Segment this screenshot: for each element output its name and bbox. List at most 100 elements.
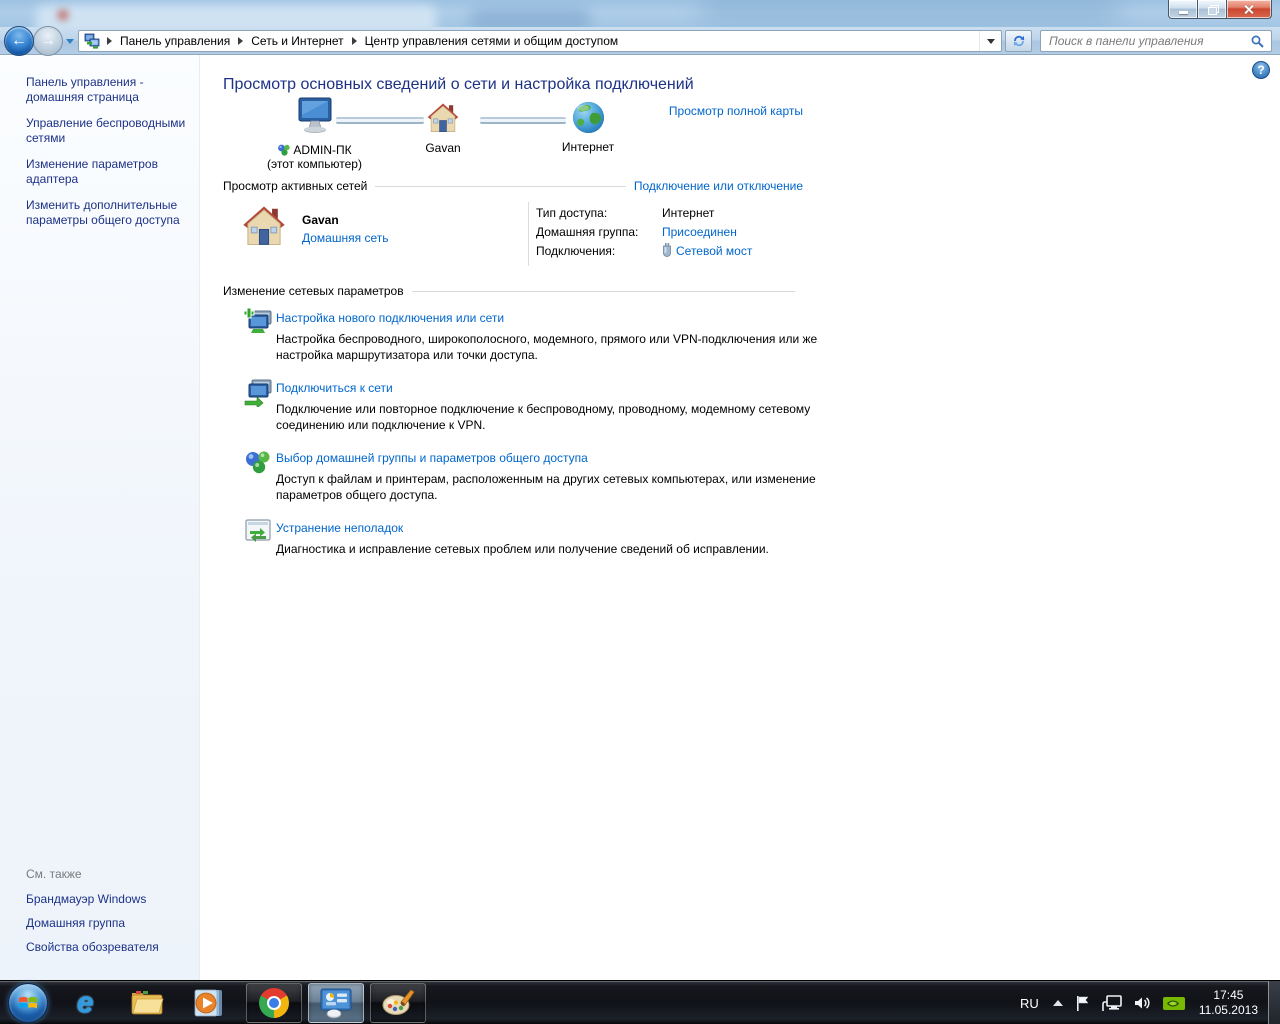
address-bar[interactable]: Панель управления Сеть и Интернет Центр … xyxy=(78,30,1002,52)
background-window-blur xyxy=(36,5,436,27)
refresh-icon xyxy=(1013,35,1024,47)
maximize-button[interactable] xyxy=(1198,0,1227,19)
sidebar-item-adapter-settings[interactable]: Изменение параметров адаптера xyxy=(26,157,189,187)
network-tray-icon[interactable] xyxy=(1096,994,1128,1012)
see-also-heading: См. также xyxy=(26,867,82,881)
windows-logo-icon xyxy=(19,996,37,1009)
address-dropdown-button[interactable] xyxy=(979,31,1001,51)
minimize-button[interactable] xyxy=(1168,0,1198,19)
sidebar-item-windows-firewall[interactable]: Брандмауэр Windows xyxy=(26,892,189,907)
language-indicator[interactable]: RU xyxy=(1012,992,1047,1015)
breadcrumb-arrow-icon[interactable] xyxy=(107,37,112,45)
back-arrow-icon: ← xyxy=(11,32,27,49)
flag-icon xyxy=(1076,995,1089,1011)
task-link-connect[interactable]: Подключиться к сети xyxy=(276,381,393,395)
breadcrumb-network-internet[interactable]: Сеть и Интернет xyxy=(245,31,349,51)
action-center-tray-icon[interactable] xyxy=(1069,995,1096,1012)
sidebar-item-manage-wireless[interactable]: Управление беспроводными сетями xyxy=(26,116,189,146)
network-bridge-link[interactable]: Сетевой мост xyxy=(676,244,752,258)
forward-button[interactable]: → xyxy=(33,26,63,56)
task-connect-to-network: Подключиться к сети Подключение или повт… xyxy=(243,377,843,439)
sidebar-item-control-panel-home[interactable]: Панель управления - домашняя страница xyxy=(26,75,189,105)
task-link-homegroup[interactable]: Выбор домашней группы и параметров общег… xyxy=(276,451,588,465)
show-hidden-icons-button[interactable] xyxy=(1047,1000,1069,1006)
homegroup-joined-link[interactable]: Присоединен xyxy=(662,225,737,239)
close-icon xyxy=(1244,4,1254,14)
separator-line xyxy=(375,185,626,187)
taskbar-item-paint[interactable] xyxy=(370,983,426,1023)
background-window-blur xyxy=(470,8,590,27)
view-full-map-link[interactable]: Просмотр полной карты xyxy=(669,104,803,118)
task-description: Настройка беспроводного, широкополосного… xyxy=(276,332,818,362)
active-network-details: Тип доступа: Интернет Домашняя группа: П… xyxy=(536,203,752,260)
background-window-blur xyxy=(58,10,68,20)
nvidia-tray-icon[interactable] xyxy=(1157,996,1191,1011)
network-bridge-icon xyxy=(663,243,671,257)
breadcrumb-network-sharing-center[interactable]: Центр управления сетями и общим доступом xyxy=(359,31,625,51)
taskbar-item-control-panel[interactable] xyxy=(308,983,364,1023)
taskbar-item-chrome[interactable] xyxy=(246,983,302,1023)
sidebar-item-advanced-sharing[interactable]: Изменить дополнительные параметры общего… xyxy=(26,198,189,228)
internet-explorer-icon: e xyxy=(76,986,94,1019)
sidebar-tasks: Панель управления - домашняя страница Уп… xyxy=(0,55,199,228)
connect-disconnect-link[interactable]: Подключение или отключение xyxy=(634,179,803,193)
active-networks-heading: Просмотр активных сетей xyxy=(223,179,368,193)
map-node-label: Gavan xyxy=(425,141,461,155)
breadcrumb-arrow-icon[interactable] xyxy=(238,37,244,45)
taskbar: e RU 17:45 11.05.2013 xyxy=(0,980,1280,1024)
window-titlebar xyxy=(0,0,1280,27)
map-node-computer[interactable]: ADMIN-ПК (этот компьютер) xyxy=(252,97,377,171)
tray-clock[interactable]: 17:45 11.05.2013 xyxy=(1191,988,1268,1018)
volume-tray-icon[interactable] xyxy=(1128,995,1157,1011)
task-link-new-connection[interactable]: Настройка нового подключения или сети xyxy=(276,311,504,325)
chevron-up-icon xyxy=(1052,1000,1063,1006)
start-button[interactable] xyxy=(8,983,48,1023)
network-status-icon xyxy=(1102,994,1122,1011)
detail-label: Домашняя группа: xyxy=(536,224,639,239)
separator-line xyxy=(411,290,795,292)
troubleshoot-icon xyxy=(245,519,271,542)
breadcrumb-arrow-icon[interactable] xyxy=(351,37,357,45)
active-network-icon[interactable] xyxy=(241,203,287,252)
map-node-label: ADMIN-ПК xyxy=(293,143,352,157)
close-button[interactable] xyxy=(1227,0,1272,19)
map-node-internet[interactable]: Интернет xyxy=(548,101,628,154)
sidebar-item-internet-options[interactable]: Свойства обозревателя xyxy=(26,940,189,955)
active-network-name: Gavan xyxy=(302,213,339,227)
show-desktop-button[interactable] xyxy=(1268,981,1280,1024)
main-content: ? Просмотр основных сведений о сети и на… xyxy=(200,55,1280,980)
task-link-troubleshoot[interactable]: Устранение неполадок xyxy=(276,521,403,535)
network-center-icon xyxy=(84,33,100,49)
page-title: Просмотр основных сведений о сети и наст… xyxy=(223,76,694,93)
taskbar-item-media-player[interactable] xyxy=(186,983,232,1023)
taskbar-item-internet-explorer[interactable]: e xyxy=(62,983,108,1023)
recent-pages-dropdown[interactable] xyxy=(66,39,74,44)
detail-label: Тип доступа: xyxy=(536,205,608,220)
map-node-sublabel: (этот компьютер) xyxy=(267,157,362,171)
network-location-link[interactable]: Домашняя сеть xyxy=(302,231,388,245)
detail-label: Подключения: xyxy=(536,243,616,258)
refresh-button[interactable] xyxy=(1005,30,1032,52)
detail-value: Интернет xyxy=(662,205,715,220)
folder-icon xyxy=(131,991,164,1015)
task-troubleshoot: Устранение неполадок Диагностика и испра… xyxy=(243,517,843,563)
system-tray: RU 17:45 11.05.2013 xyxy=(1012,981,1280,1024)
navigation-bar: ← → Панель управления Сеть и Интернет Це… xyxy=(0,26,1280,56)
see-also-section: См. также Брандмауэр Windows Домашняя гр… xyxy=(26,867,189,964)
search-box xyxy=(1040,30,1272,52)
speaker-icon xyxy=(1134,997,1150,1009)
clock-time: 17:45 xyxy=(1213,988,1244,1002)
search-input[interactable] xyxy=(1041,34,1251,48)
computer-icon xyxy=(298,97,331,133)
detail-row-access-type: Тип доступа: Интернет xyxy=(536,203,752,222)
help-icon[interactable]: ? xyxy=(1252,61,1270,79)
media-player-icon xyxy=(194,989,222,1017)
map-node-network[interactable]: Gavan xyxy=(403,101,483,155)
sidebar-item-homegroup[interactable]: Домашняя группа xyxy=(26,916,189,931)
taskbar-item-windows-explorer[interactable] xyxy=(124,983,170,1023)
breadcrumb-control-panel[interactable]: Панель управления xyxy=(114,31,236,51)
search-icon[interactable] xyxy=(1251,35,1264,48)
homegroup-mini-icon xyxy=(278,144,291,156)
back-button[interactable]: ← xyxy=(4,26,34,56)
minimize-icon xyxy=(1178,10,1188,14)
